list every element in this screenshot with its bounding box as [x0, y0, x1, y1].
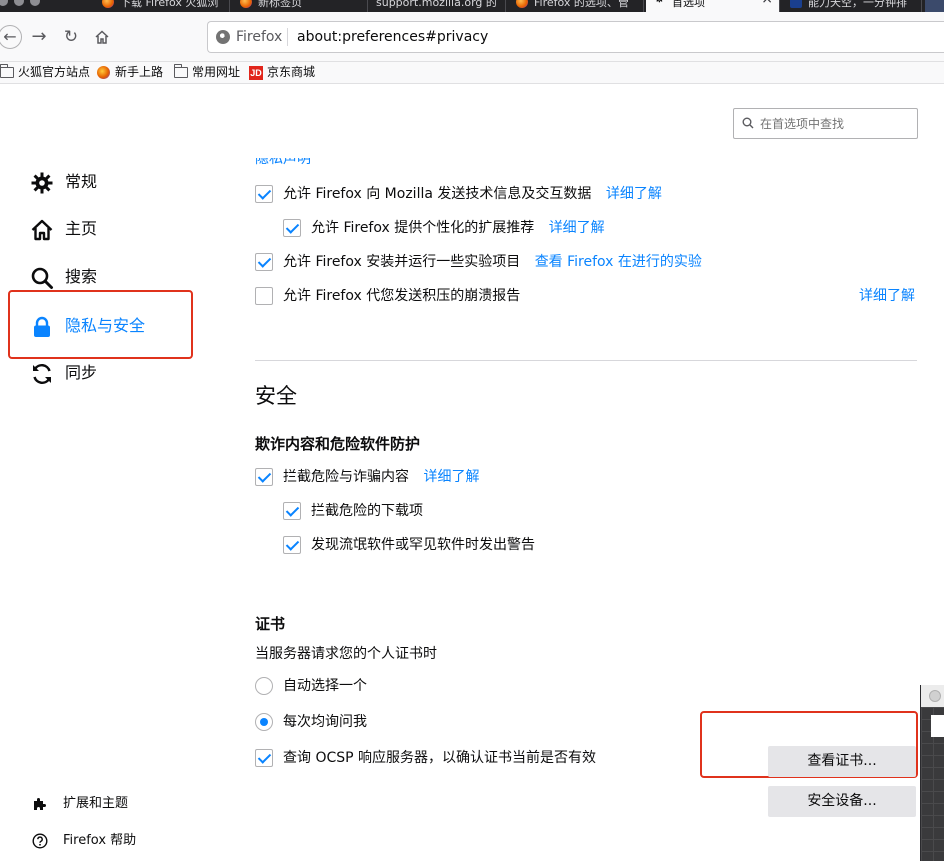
close-tab-icon[interactable]: × — [761, 0, 773, 6]
bookmark-jd[interactable]: JD 京东商城 — [247, 62, 315, 84]
home-icon — [31, 219, 53, 241]
category-general[interactable]: 常规 — [30, 167, 200, 197]
crash-reports-checkbox[interactable] — [255, 287, 273, 305]
search-icon — [742, 117, 754, 129]
firefox-icon — [240, 0, 252, 8]
bookmark-common-sites[interactable]: 常用网址 — [172, 62, 240, 84]
preferences-search-box[interactable] — [733, 108, 918, 139]
firefox-logo-icon — [216, 30, 230, 44]
window-titlebar — [921, 685, 944, 707]
block-dangerous-downloads-row[interactable]: 拦截危险的下载项 — [283, 500, 423, 522]
studies-checkbox-row[interactable]: 允许 Firefox 安装并运行一些实验项目 查看 Firefox 在进行的实验 — [255, 251, 702, 273]
reload-icon[interactable]: ↻ — [60, 26, 82, 48]
security-devices-button[interactable]: 安全设备... — [768, 786, 916, 817]
window-close-dot[interactable] — [929, 690, 941, 702]
sync-icon — [33, 364, 51, 384]
block-dangerous-content-checkbox[interactable] — [255, 468, 273, 486]
annotation-highlight-privacy — [8, 290, 193, 359]
warn-unwanted-software-checkbox[interactable] — [283, 536, 301, 554]
tab-new-tab[interactable]: 新标签页 — [232, 0, 368, 12]
firefox-icon — [102, 0, 114, 8]
block-dangerous-downloads-checkbox[interactable] — [283, 502, 301, 520]
telemetry-learn-more-link[interactable]: 详细了解 — [606, 186, 662, 202]
jd-icon: JD — [249, 66, 263, 80]
navigation-toolbar: ← → ↻ Firefox about:preferences#privacy — [0, 12, 944, 62]
tab-download-firefox[interactable]: 下载 Firefox 火狐浏 — [94, 0, 230, 12]
studies-checkbox[interactable] — [255, 253, 273, 271]
preferences-search-input[interactable] — [760, 113, 910, 134]
category-home[interactable]: 主页 — [30, 214, 200, 244]
tab-preferences[interactable]: ⚙ 首选项 × — [646, 0, 780, 12]
fraud-protection-title: 欺诈内容和危险软件防护 — [255, 435, 421, 453]
telemetry-checkbox-row[interactable]: 允许 Firefox 向 Mozilla 发送技术信息及交互数据 详细了解 — [255, 183, 662, 205]
certificates-title: 证书 — [255, 615, 286, 633]
category-search[interactable]: 搜索 — [30, 262, 200, 292]
telemetry-checkbox[interactable] — [255, 185, 273, 203]
url-text[interactable]: about:preferences#privacy — [297, 22, 488, 52]
window-controls — [0, 0, 60, 8]
extension-recommendations-checkbox-row[interactable]: 允许 Firefox 提供个性化的扩展推荐 详细了解 — [283, 217, 605, 239]
extension-recommendations-learn-more-link[interactable]: 详细了解 — [549, 220, 605, 236]
firefox-icon — [516, 0, 528, 8]
window-content-panel — [931, 715, 944, 737]
cert-auto-select-radio[interactable] — [255, 677, 273, 695]
puzzle-corner-icon — [925, 0, 944, 12]
url-bar[interactable]: Firefox about:preferences#privacy — [207, 21, 944, 53]
overlapping-window-fragment — [920, 685, 944, 861]
folder-icon — [0, 64, 14, 78]
security-section-title: 安全 — [255, 384, 297, 408]
clipped-section-heading: 隐私声明 — [255, 158, 311, 166]
minimize-window-dot[interactable] — [14, 0, 24, 6]
site-icon — [790, 0, 802, 8]
puzzle-icon — [34, 798, 46, 810]
view-studies-link[interactable]: 查看 Firefox 在进行的实验 — [535, 254, 702, 270]
zoom-window-dot[interactable] — [30, 0, 40, 6]
tab-support-mozilla[interactable]: support.mozilla.org 的 — [370, 0, 506, 12]
block-dangerous-learn-more-link[interactable]: 详细了解 — [423, 469, 479, 485]
bookmarks-toolbar: 火狐官方站点 新手上路 常用网址 JD 京东商城 — [0, 62, 944, 84]
cert-ask-every-time-row[interactable]: 每次均询问我 — [255, 711, 367, 733]
gear-icon: ⚙ — [654, 0, 666, 7]
category-sync[interactable]: 同步 — [30, 358, 200, 388]
tab-strip: 下载 Firefox 火狐浏 新标签页 support.mozilla.org … — [0, 0, 944, 12]
ocsp-checkbox-row[interactable]: 查询 OCSP 响应服务器，以确认证书当前是否有效 — [255, 747, 596, 769]
bookmark-firefox-official[interactable]: 火狐官方站点 — [0, 62, 90, 84]
cert-auto-select-row[interactable]: 自动选择一个 — [255, 675, 367, 697]
firefox-icon — [97, 66, 110, 79]
warn-unwanted-software-row[interactable]: 发现流氓软件或罕见软件时发出警告 — [283, 534, 535, 556]
home-button-icon[interactable] — [91, 26, 113, 48]
search-icon — [31, 267, 53, 289]
close-window-dot[interactable] — [0, 0, 8, 6]
crash-reports-learn-more-link[interactable]: 详细了解 — [859, 285, 915, 307]
section-divider — [255, 360, 917, 361]
bookmark-getting-started[interactable]: 新手上路 — [95, 62, 163, 84]
tab-firefox-options[interactable]: Firefox 的选项、管 — [508, 0, 644, 12]
help-icon — [32, 833, 48, 849]
back-icon[interactable]: ← — [0, 25, 22, 49]
folder-icon — [174, 64, 188, 78]
ocsp-checkbox[interactable] — [255, 749, 273, 767]
crash-reports-checkbox-row[interactable]: 允许 Firefox 代您发送积压的崩溃报告 — [255, 285, 520, 307]
cert-ask-every-time-radio[interactable] — [255, 713, 273, 731]
url-separator — [287, 28, 288, 46]
identity-box[interactable]: Firefox — [216, 22, 282, 52]
extension-recommendations-checkbox[interactable] — [283, 219, 301, 237]
gear-icon — [31, 172, 53, 194]
tab-nengli-tiankong[interactable]: 能力天空，一分钟排 — [782, 0, 922, 12]
forward-icon[interactable]: → — [28, 26, 50, 48]
extensions-themes-link[interactable]: 扩展和主题 — [32, 793, 128, 815]
certificate-request-prompt: 当服务器请求您的个人证书时 — [255, 646, 437, 662]
view-certificates-button[interactable]: 查看证书... — [768, 746, 916, 777]
block-dangerous-content-row[interactable]: 拦截危险与诈骗内容 详细了解 — [255, 466, 479, 488]
firefox-help-link[interactable]: Firefox 帮助 — [32, 830, 136, 852]
